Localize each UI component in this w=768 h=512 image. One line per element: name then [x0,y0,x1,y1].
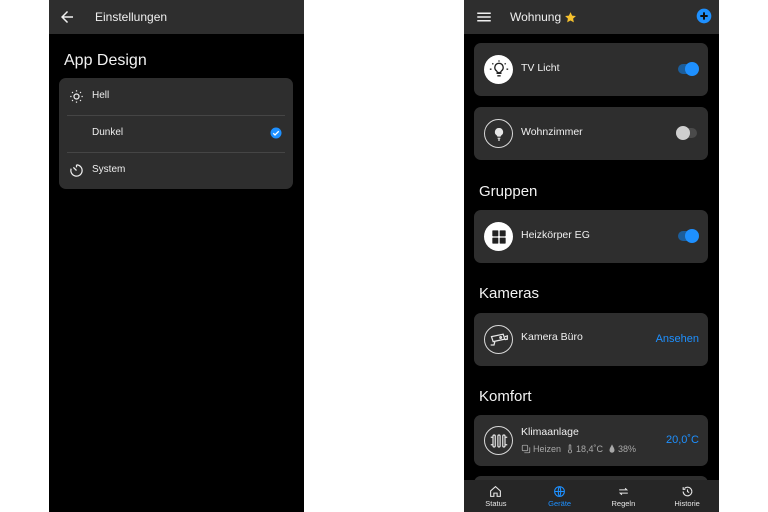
device-name: TV Licht [521,62,560,74]
settings-screen: Einstellungen App Design Hell Dunkel Sys… [49,0,304,512]
page-title: Wohnung [510,10,577,24]
groups-heading: Gruppen [479,183,538,200]
nav-devices[interactable]: Geräte [528,480,592,512]
radiator-icon [484,426,513,455]
history-icon [681,485,694,498]
nav-label: Geräte [548,498,572,508]
current-temperature: 18,4˚C [576,444,604,454]
camera-name: Kamera Büro [521,331,583,343]
humidity-stat: 38% [608,444,636,454]
climate-card-klimaanlage[interactable]: Klimaanlage Heizen 18,4˚C 38% 20,0˚C [474,415,708,466]
climate-status: Heizen 18,4˚C 38% [521,444,641,454]
theme-option-system[interactable]: System [59,152,293,189]
comfort-heading: Komfort [479,388,532,405]
bottom-navigation: Status Geräte Regeln Historie [464,480,719,512]
toggle-knob [676,126,690,140]
lightbulb-on-icon [484,55,513,84]
lightbulb-off-icon [484,119,513,148]
sun-icon [69,89,84,104]
add-circle-icon[interactable] [696,8,712,24]
settings-app-bar: Einstellungen [49,0,304,34]
nav-label: Historie [674,498,700,508]
repeat-icon [617,485,630,498]
climate-mode: Heizen [533,444,562,454]
nav-status[interactable]: Status [464,480,528,512]
theme-option-light[interactable]: Hell [59,78,293,115]
nav-label: Regeln [611,498,636,508]
device-toggle[interactable] [676,126,697,140]
moon-icon [69,126,84,141]
back-arrow-icon[interactable] [58,8,76,26]
star-icon [564,11,577,24]
home-title: Wohnung [510,10,562,24]
theme-option-label: System [92,164,126,175]
page-title: Einstellungen [95,10,168,24]
theme-option-dark[interactable]: Dunkel [59,115,293,152]
globe-icon [553,485,566,498]
toggle-knob [685,62,699,76]
humidity-value: 38% [618,444,637,454]
nav-rules[interactable]: Regeln [592,480,656,512]
menu-icon[interactable] [475,8,493,26]
nav-history[interactable]: Historie [655,480,719,512]
group-card-heizkoerper[interactable]: Heizkörper EG [474,210,708,263]
theme-options-card: Hell Dunkel System [59,78,293,189]
group-toggle[interactable] [678,229,699,243]
theme-option-label: Hell [92,90,110,101]
check-circle-icon [270,127,282,139]
device-name: Wohnzimmer [521,126,583,138]
group-name: Heizkörper EG [521,229,590,241]
device-card-wohnzimmer[interactable]: Wohnzimmer [474,107,708,160]
devices-screen: Wohnung TV Licht Wohnzimmer Gruppen Heiz… [464,0,719,512]
thermometer-icon [566,444,576,454]
app-design-heading: App Design [64,52,147,69]
theme-option-label: Dunkel [92,127,124,138]
mode-stat: Heizen [521,444,561,454]
view-camera-link[interactable]: Ansehen [656,333,699,345]
cameras-heading: Kameras [479,285,540,302]
droplet-icon [608,444,618,454]
devices-app-bar: Wohnung [464,0,719,34]
target-temperature[interactable]: 20,0˚C [666,434,699,446]
camera-icon [484,325,513,354]
timer-icon [69,163,84,178]
camera-card-buero[interactable]: Kamera Büro Ansehen [474,313,708,366]
toggle-knob [685,229,699,243]
climate-name: Klimaanlage [521,426,579,438]
copy-icon [521,444,533,454]
home-icon [489,485,502,498]
grid-icon [484,222,513,251]
device-card-tv-licht[interactable]: TV Licht [474,43,708,96]
device-toggle[interactable] [678,62,699,76]
nav-label: Status [485,498,507,508]
temperature-stat: 18,4˚C [566,444,603,454]
